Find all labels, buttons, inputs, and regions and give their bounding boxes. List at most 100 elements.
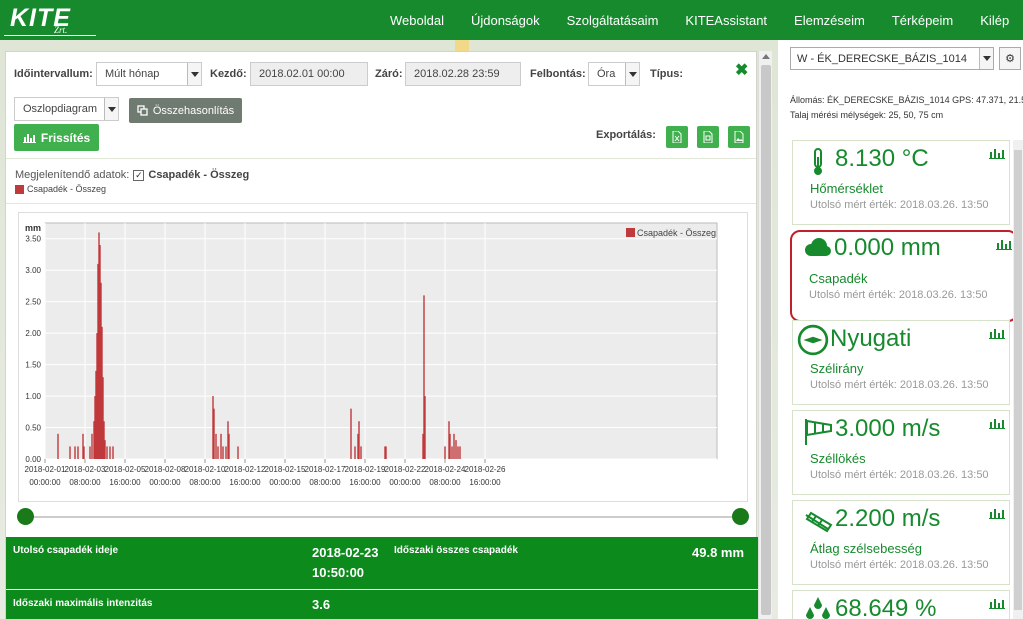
close-icon[interactable]: ✖	[735, 60, 748, 80]
precip-bar[interactable]	[89, 446, 91, 459]
precip-bar[interactable]	[225, 446, 227, 459]
series-checkbox[interactable]: ✓	[133, 169, 145, 181]
precip-bar[interactable]	[228, 433, 230, 459]
chart-legend-label[interactable]: Csapadék - Összeg	[637, 228, 716, 238]
nav-item-ujdonsagok[interactable]: Újdonságok	[471, 13, 540, 28]
precip-bar[interactable]	[455, 440, 457, 459]
panel-scrollbar-thumb[interactable]	[761, 65, 771, 615]
precip-bar[interactable]	[449, 433, 451, 459]
range-slider-end-handle[interactable]	[732, 508, 749, 525]
precip-bar[interactable]	[104, 440, 106, 459]
legend-swatch	[15, 184, 24, 194]
y-tick-label: 3.00	[25, 266, 41, 275]
last-precip-time: 10:50:00	[312, 565, 365, 580]
card-name: Csapadék	[809, 271, 868, 286]
precip-bar[interactable]	[358, 421, 360, 459]
x-tick-time-label: 00:00:00	[269, 478, 301, 487]
kite-logo[interactable]: KITE Zrt.	[4, 3, 96, 37]
card-wind-gust[interactable]: 3.000 m/s Széllökés Utolsó mért érték: 2…	[792, 410, 1010, 495]
export-pdf-button[interactable]	[697, 126, 719, 148]
refresh-button[interactable]: Frissítés	[14, 124, 99, 151]
panel-scrollbar[interactable]	[758, 51, 772, 619]
precip-bar[interactable]	[385, 446, 387, 459]
bar-chart-icon[interactable]	[989, 147, 1005, 159]
legend-small-label: Csapadék - Összeg	[27, 184, 107, 194]
precip-bar[interactable]	[112, 446, 114, 459]
card-temperature[interactable]: 8.130 °C Hőmérséklet Utolsó mért érték: …	[792, 140, 1010, 225]
bar-chart-icon[interactable]	[989, 597, 1005, 609]
x-tick-time-label: 00:00:00	[389, 478, 421, 487]
range-slider-track[interactable]	[26, 516, 742, 518]
precip-bar[interactable]	[213, 408, 215, 459]
nav-item-elemzeseim[interactable]: Elemzéseim	[794, 13, 865, 28]
precip-bar[interactable]	[451, 446, 453, 459]
precip-bar[interactable]	[217, 446, 219, 459]
compass-icon	[797, 324, 829, 356]
precip-bar[interactable]	[350, 408, 352, 459]
precip-bar[interactable]	[360, 446, 362, 459]
last-precip-label: Utolsó csapadék ideje	[13, 545, 119, 556]
logo-subtext: Zrt.	[54, 25, 68, 35]
precip-bar[interactable]	[222, 446, 224, 459]
y-tick-label: 2.50	[25, 298, 41, 307]
type-select[interactable]: Oszlopdiagram	[14, 97, 119, 121]
x-tick-date-label: 2018-02-17	[305, 465, 346, 474]
bar-chart-icon[interactable]	[996, 238, 1012, 250]
precip-bar[interactable]	[459, 446, 461, 459]
export-excel-button[interactable]	[666, 126, 688, 148]
precip-bar[interactable]	[444, 446, 446, 459]
compare-button-label: Összehasonlítás	[152, 104, 235, 117]
precipitation-chart[interactable]: 0.00 0.50 1.00 1.50 2.00 2.50 3.00 3.50 2018-02-…	[18, 212, 748, 502]
precip-bar[interactable]	[424, 396, 426, 459]
last-precip-date: 2018-02-23	[312, 545, 379, 560]
scroll-up-icon[interactable]	[762, 54, 770, 59]
nav-item-kiteassistant[interactable]: KITEAssistant	[685, 13, 767, 28]
precip-bar[interactable]	[69, 446, 71, 459]
end-date-field[interactable]: 2018.02.28 23:59	[405, 62, 521, 86]
resolution-select[interactable]: Óra	[588, 62, 640, 86]
station-panel-scrollbar[interactable]	[1013, 140, 1023, 619]
precip-bar[interactable]	[91, 433, 93, 459]
precip-bar[interactable]	[220, 433, 222, 459]
precip-bar[interactable]	[109, 446, 111, 459]
precip-bar[interactable]	[77, 446, 79, 459]
precip-bar[interactable]	[354, 446, 356, 459]
card-avg-wind-speed[interactable]: 2.200 m/s Átlag szélsebesség Utolsó mért…	[792, 500, 1010, 585]
x-tick-time-label: 00:00:00	[149, 478, 181, 487]
nav-item-weboldal[interactable]: Weboldal	[390, 13, 444, 28]
precip-bar[interactable]	[57, 433, 59, 459]
export-image-button[interactable]	[728, 126, 750, 148]
humidity-drops-icon	[806, 597, 830, 619]
map-road	[455, 40, 469, 51]
precip-bar[interactable]	[237, 446, 239, 459]
bar-chart-icon[interactable]	[989, 327, 1005, 339]
copy-icon	[137, 105, 148, 116]
range-slider-start-handle[interactable]	[17, 508, 34, 525]
precip-bar[interactable]	[215, 433, 217, 459]
precip-bar[interactable]	[106, 446, 108, 459]
bar-chart-icon[interactable]	[989, 507, 1005, 519]
card-name: Széllökés	[810, 451, 866, 466]
card-humidity[interactable]: 68.649 %	[792, 590, 1010, 619]
station-panel-scrollbar-thumb[interactable]	[1014, 150, 1022, 610]
nav-item-kilep[interactable]: Kilép	[980, 13, 1009, 28]
precip-bar[interactable]	[74, 446, 76, 459]
compare-button[interactable]: Összehasonlítás	[129, 98, 242, 123]
nav-item-szolgaltatasaim[interactable]: Szolgáltatásaim	[567, 13, 659, 28]
precip-bar[interactable]	[457, 446, 459, 459]
precip-bar[interactable]	[83, 446, 85, 459]
precip-bar[interactable]	[453, 433, 455, 459]
x-tick-time-label: 08:00:00	[429, 478, 461, 487]
precipitation-chart-svg[interactable]: 0.00 0.50 1.00 1.50 2.00 2.50 3.00 3.50 2018-02-…	[19, 213, 747, 501]
type-select-value: Oszlopdiagram	[23, 103, 97, 115]
interval-select[interactable]: Múlt hónap	[96, 62, 202, 86]
nav-item-terkepeim[interactable]: Térképeim	[892, 13, 953, 28]
bar-chart-icon[interactable]	[989, 417, 1005, 429]
start-date-field[interactable]: 2018.02.01 00:00	[250, 62, 368, 86]
card-precipitation[interactable]: 0.000 mm Csapadék Utolsó mért érték: 201…	[790, 230, 1018, 322]
y-tick-label: 0.00	[25, 455, 41, 464]
settings-button[interactable]: ⚙	[999, 47, 1021, 70]
station-select[interactable]: W - ÉK_DERECSKE_BÁZIS_1014	[790, 47, 994, 70]
card-name: Hőmérséklet	[810, 181, 883, 196]
card-wind-direction[interactable]: Nyugati Szélirány Utolsó mért érték: 201…	[792, 320, 1010, 405]
